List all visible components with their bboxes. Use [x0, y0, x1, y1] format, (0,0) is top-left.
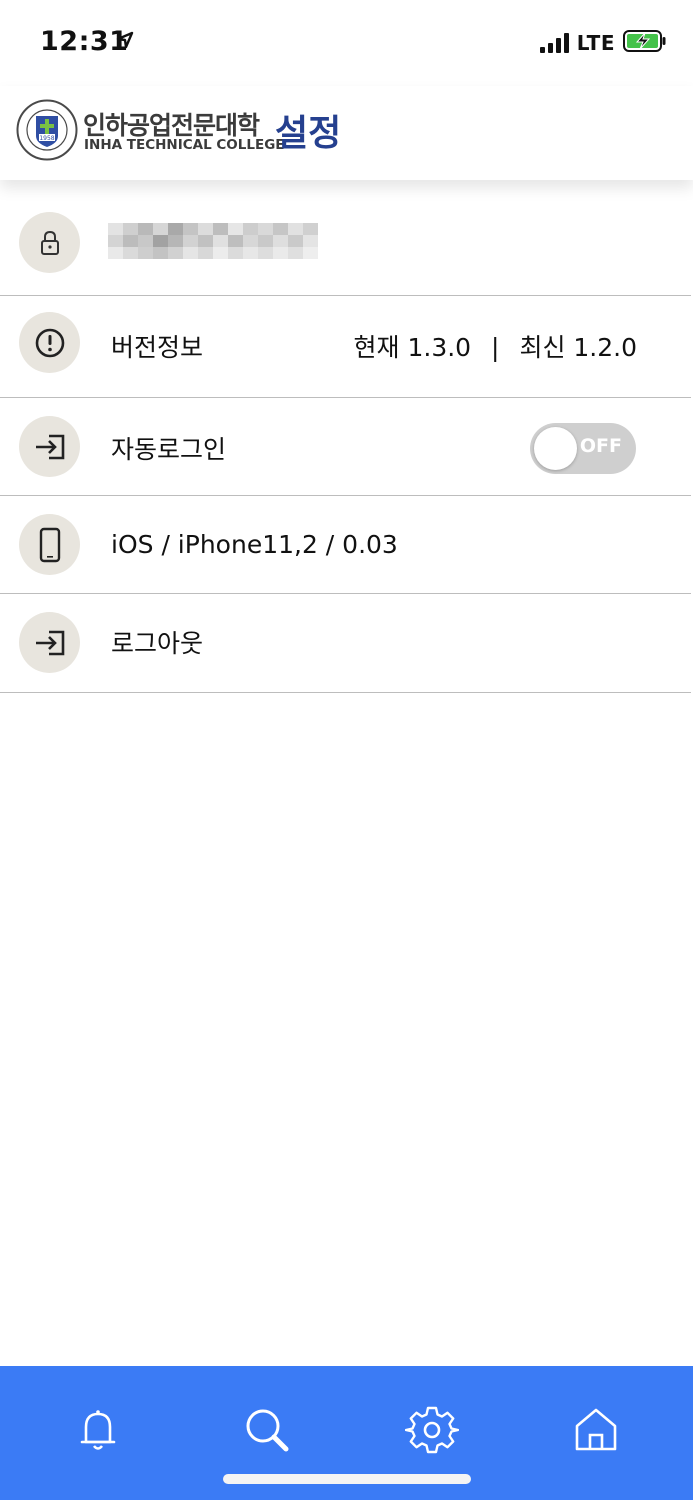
logout-row[interactable]: 로그아웃 [0, 594, 691, 693]
current-version: 현재 1.3.0 [353, 333, 472, 362]
toggle-state-text: OFF [579, 435, 622, 457]
search-icon[interactable] [236, 1400, 296, 1460]
location-arrow-icon [116, 31, 134, 53]
phone-icon [19, 514, 80, 575]
college-seal-logo: 1958 [16, 99, 78, 165]
lock-icon [19, 212, 80, 273]
version-info: 현재 1.3.0 | 최신 1.2.0 [354, 328, 637, 364]
logout-label: 로그아웃 [111, 629, 204, 658]
version-row: 버전정보 현재 1.3.0 | 최신 1.2.0 [0, 296, 691, 398]
home-indicator [223, 1474, 471, 1484]
device-info-label: iOS / iPhone11,2 / 0.03 [111, 530, 398, 559]
app-header: 1958 인하공업전문대학 INHA TECHNICAL COLLEGE 설정 [0, 86, 693, 180]
latest-version: 최신 1.2.0 [519, 333, 637, 362]
battery-charging-icon [623, 30, 667, 56]
info-icon [19, 312, 80, 373]
toggle-knob [534, 427, 577, 470]
network-label: LTE [576, 31, 615, 55]
auto-login-row: 자동로그인 OFF [0, 398, 691, 496]
status-right: LTE [539, 30, 667, 56]
version-separator: | [491, 333, 500, 362]
auto-login-label: 자동로그인 [111, 435, 227, 464]
device-row: iOS / iPhone11,2 / 0.03 [0, 496, 691, 594]
home-icon[interactable] [566, 1400, 626, 1460]
logo-english-text: INHA TECHNICAL COLLEGE [84, 137, 285, 153]
version-label: 버전정보 [111, 333, 204, 362]
login-icon [19, 416, 80, 477]
auto-login-toggle[interactable]: OFF [530, 423, 636, 474]
page-title: 설정 [275, 113, 342, 154]
gear-icon[interactable] [402, 1400, 462, 1460]
account-row[interactable] [0, 198, 691, 296]
logout-icon [19, 612, 80, 673]
status-bar: 12:31 LTE [0, 0, 693, 86]
settings-list: 버전정보 현재 1.3.0 | 최신 1.2.0 자동로그인 OFF iOS /… [0, 198, 691, 693]
bell-icon[interactable] [68, 1400, 128, 1460]
signal-icon [539, 33, 569, 53]
account-id-blurred [108, 223, 320, 259]
svg-text:1958: 1958 [39, 135, 54, 142]
